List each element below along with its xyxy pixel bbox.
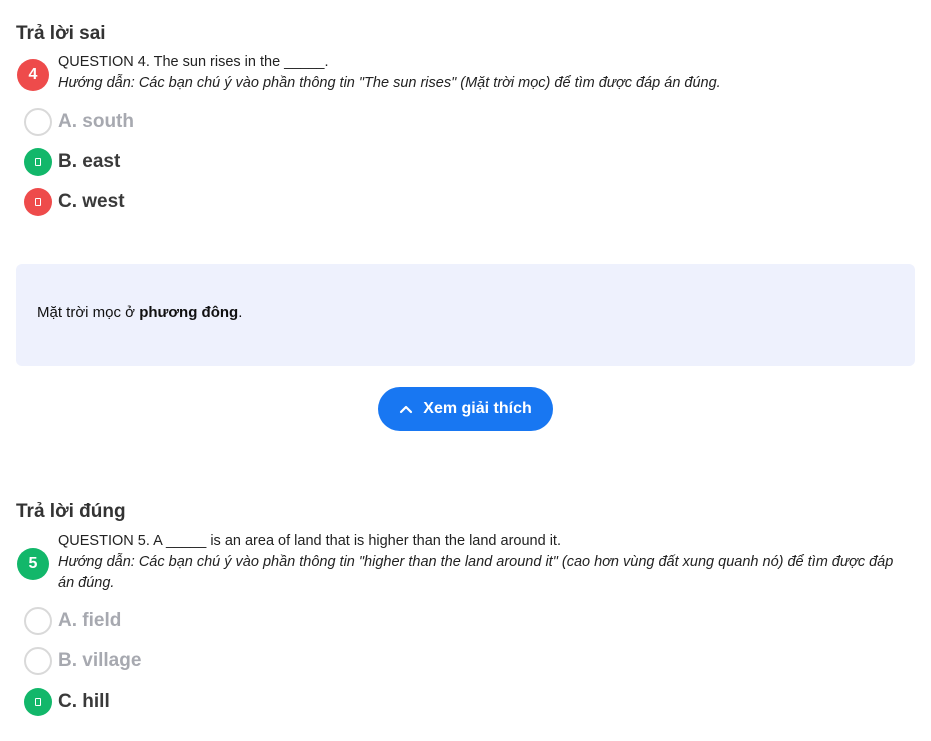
option-label: B. east (58, 151, 121, 172)
option-label: B. village (58, 650, 142, 671)
option-b[interactable]: B. east (24, 147, 120, 177)
correct-answer-icon[interactable] (24, 688, 52, 716)
question-guide: Hướng dẫn: Các bạn chú ý vào phần thông … (58, 554, 894, 591)
placeholder-glyph-icon (35, 158, 41, 166)
chevron-up-icon (400, 405, 413, 414)
radio-unselected-icon[interactable] (24, 108, 52, 136)
option-c[interactable]: C. hill (24, 687, 110, 717)
option-label: A. field (58, 610, 122, 631)
option-label: C. west (58, 191, 125, 212)
correct-answer-icon[interactable] (24, 148, 52, 176)
placeholder-glyph-icon (35, 698, 41, 706)
question-status-wrong: Trả lời sai (16, 23, 106, 44)
question-number-badge: 5 (17, 548, 49, 580)
toggle-explanation-button[interactable]: Xem giải thích (378, 387, 553, 431)
explanation-emphasis: phương đông (139, 304, 239, 321)
placeholder-glyph-icon (35, 198, 41, 206)
option-c[interactable]: C. west (24, 187, 125, 217)
option-label: C. hill (58, 691, 110, 712)
option-b[interactable]: B. village (24, 646, 141, 676)
question-status-correct: Trả lời đúng (16, 501, 126, 522)
radio-unselected-icon[interactable] (24, 607, 52, 635)
explanation-text: Mặt trời mọc ở (37, 304, 140, 321)
option-a[interactable]: A. field (24, 606, 121, 636)
question-text: QUESTION 5. A _____ is an area of land t… (58, 533, 561, 549)
explanation-suffix: . (238, 304, 243, 321)
option-a[interactable]: A. south (24, 107, 134, 137)
option-label: A. south (58, 111, 134, 132)
question-number-badge: 4 (17, 59, 49, 91)
button-label: Xem giải thích (423, 400, 532, 417)
explanation-box: Mặt trời mọc ở phương đông. (16, 264, 915, 366)
question-guide: Hướng dẫn: Các bạn chú ý vào phần thông … (58, 75, 721, 91)
radio-unselected-icon[interactable] (24, 647, 52, 675)
wrong-answer-icon[interactable] (24, 188, 52, 216)
question-text: QUESTION 4. The sun rises in the _____. (58, 54, 329, 70)
